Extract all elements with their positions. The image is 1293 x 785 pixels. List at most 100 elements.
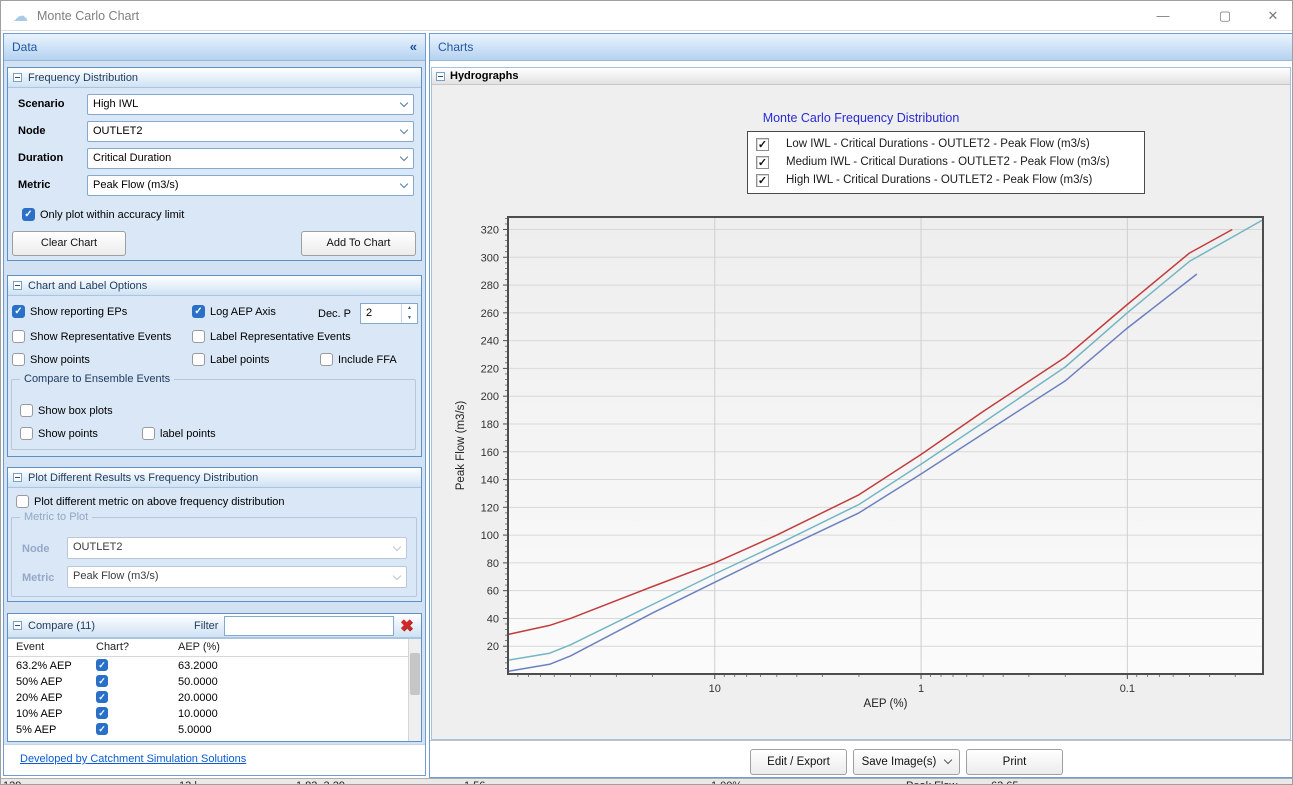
status-text: 1.00%	[711, 780, 742, 785]
compare-event-cell: 50% AEP	[16, 674, 62, 690]
window-title: Monte Carlo Chart	[37, 1, 139, 31]
svg-text:260: 260	[481, 308, 499, 320]
svg-text:60: 60	[487, 586, 499, 598]
compare-column-header[interactable]: Event	[16, 639, 44, 656]
show-representative-events-checkbox[interactable]	[12, 330, 25, 343]
compare-scrollbar[interactable]	[408, 639, 421, 741]
compare-chart-checkbox[interactable]	[96, 659, 108, 671]
chart-title: Monte Carlo Frequency Distribution	[432, 111, 1290, 125]
compare-event-cell: 20% AEP	[16, 690, 62, 706]
collapse-section-icon[interactable]	[436, 72, 445, 81]
print-button[interactable]: Print	[966, 749, 1063, 775]
status-text: 129	[3, 780, 21, 785]
collapse-section-icon[interactable]	[13, 73, 22, 82]
metric-select[interactable]: Peak Flow (m3/s)	[87, 175, 414, 196]
svg-text:180: 180	[481, 419, 499, 431]
chart-buttons-bar: Edit / Export Save Image(s) Print	[430, 740, 1292, 777]
accuracy-limit-checkbox[interactable]	[22, 208, 35, 221]
developer-link[interactable]: Developed by Catchment Simulation Soluti…	[20, 753, 246, 765]
spinner-down-icon[interactable]: ▼	[402, 315, 417, 325]
minimize-button[interactable]: —	[1147, 1, 1179, 31]
svg-text:120: 120	[481, 502, 499, 514]
log-aep-axis-checkbox[interactable]	[192, 305, 205, 318]
svg-text:80: 80	[487, 558, 499, 570]
scenario-select[interactable]: High IWL	[87, 94, 414, 115]
compare-chart-checkbox[interactable]	[96, 707, 108, 719]
svg-text:160: 160	[481, 447, 499, 459]
show-representative-events-option: Show Representative Events	[12, 330, 171, 343]
filter-input[interactable]	[224, 616, 394, 636]
compare-aep-cell: 5.0000	[178, 722, 212, 738]
compare-chart-checkbox[interactable]	[96, 723, 108, 735]
app-window: ☁ Monte Carlo Chart — ▢ ✕ Data « Frequen…	[0, 0, 1293, 785]
label-representative-events-checkbox[interactable]	[192, 330, 205, 343]
clear-chart-button[interactable]: Clear Chart	[12, 231, 126, 256]
include-ffa-checkbox[interactable]	[320, 353, 333, 366]
dec-p-value: 2	[366, 304, 372, 323]
compare-chart-checkbox[interactable]	[96, 691, 108, 703]
legend-checkbox[interactable]	[756, 174, 769, 187]
node-select[interactable]: OUTLET2	[87, 121, 414, 142]
show-points-checkbox[interactable]	[12, 353, 25, 366]
chart-label-options-group: Chart and Label Options Show reporting E…	[7, 275, 422, 457]
clear-filter-icon[interactable]: ✖	[400, 616, 413, 636]
chevron-down-icon[interactable]	[395, 177, 412, 194]
plot-different-header[interactable]: Plot Different Results vs Frequency Dist…	[8, 468, 421, 488]
ensemble-events-title: Compare to Ensemble Events	[20, 373, 174, 385]
status-text: 1.83 3.29	[296, 780, 345, 785]
chevron-down-icon[interactable]	[395, 150, 412, 167]
compare-aep-cell: 10.0000	[178, 706, 218, 722]
svg-text:AEP (%): AEP (%)	[864, 698, 908, 710]
chart-label-options-header[interactable]: Chart and Label Options	[8, 276, 421, 296]
scrollbar-thumb[interactable]	[410, 653, 420, 695]
status-text: Peak Flow	[906, 780, 957, 785]
data-panel-footer: Developed by Catchment Simulation Soluti…	[4, 744, 425, 775]
ensemble-show-points-checkbox[interactable]	[20, 427, 33, 440]
chevron-down-icon[interactable]	[944, 756, 952, 764]
frequency-distribution-header[interactable]: Frequency Distribution	[8, 68, 421, 88]
svg-text:0.1: 0.1	[1120, 683, 1135, 695]
metric-value: Peak Flow (m3/s)	[93, 176, 179, 195]
add-to-chart-button[interactable]: Add To Chart	[301, 231, 416, 256]
ensemble-label-points-option: label points	[142, 427, 216, 440]
hydrographs-header[interactable]: Hydrographs	[432, 68, 1290, 85]
status-bar: 12913 |1.83 3.291.561.00%Peak Flow63.65	[1, 778, 1292, 785]
status-text: 1.56	[464, 780, 485, 785]
metric-to-plot-fieldset: Metric to Plot Node OUTLET2 Metric Peak …	[11, 517, 417, 597]
legend-checkbox[interactable]	[756, 138, 769, 151]
collapse-section-icon[interactable]	[13, 473, 22, 482]
show-reporting-eps-checkbox[interactable]	[12, 305, 25, 318]
show-box-plots-checkbox[interactable]	[20, 404, 33, 417]
collapse-section-icon[interactable]	[13, 281, 22, 290]
chevron-down-icon[interactable]	[395, 96, 412, 113]
collapse-section-icon[interactable]	[13, 621, 22, 630]
collapse-panel-icon[interactable]: «	[410, 34, 417, 60]
compare-chart-checkbox[interactable]	[96, 675, 108, 687]
frequency-distribution-title: Frequency Distribution	[28, 72, 138, 84]
node-label: Node	[18, 125, 46, 137]
plot-different-metric-checkbox[interactable]	[16, 495, 29, 508]
plot-different-metric-option: Plot different metric on above frequency…	[16, 495, 285, 508]
svg-text:100: 100	[481, 530, 499, 542]
close-button[interactable]: ✕	[1257, 1, 1289, 31]
compare-aep-cell: 50.0000	[178, 674, 218, 690]
spinner-up-icon[interactable]: ▲	[402, 305, 417, 315]
compare-column-header[interactable]: Chart?	[96, 639, 129, 656]
include-ffa-option: Include FFA	[320, 353, 397, 366]
dec-p-spinner[interactable]: 2 ▲ ▼	[360, 303, 418, 324]
hydrographs-body: 2040608010012014016018020022024026028030…	[432, 85, 1290, 739]
chevron-down-icon[interactable]	[395, 123, 412, 140]
duration-select[interactable]: Critical Duration	[87, 148, 414, 169]
label-points-option: Label points	[192, 353, 269, 366]
legend-label: High IWL - Critical Durations - OUTLET2 …	[786, 174, 1092, 186]
save-images-button[interactable]: Save Image(s)	[853, 749, 960, 775]
svg-text:300: 300	[481, 252, 499, 264]
label-points-checkbox[interactable]	[192, 353, 205, 366]
hydrographs-title: Hydrographs	[450, 70, 518, 82]
hydrographs-group: Hydrographs 2040608010012014016018020022…	[431, 67, 1291, 740]
maximize-button[interactable]: ▢	[1209, 1, 1241, 31]
legend-checkbox[interactable]	[756, 156, 769, 169]
compare-column-header[interactable]: AEP (%)	[178, 639, 220, 656]
ensemble-label-points-checkbox[interactable]	[142, 427, 155, 440]
edit-export-button[interactable]: Edit / Export	[750, 749, 847, 775]
